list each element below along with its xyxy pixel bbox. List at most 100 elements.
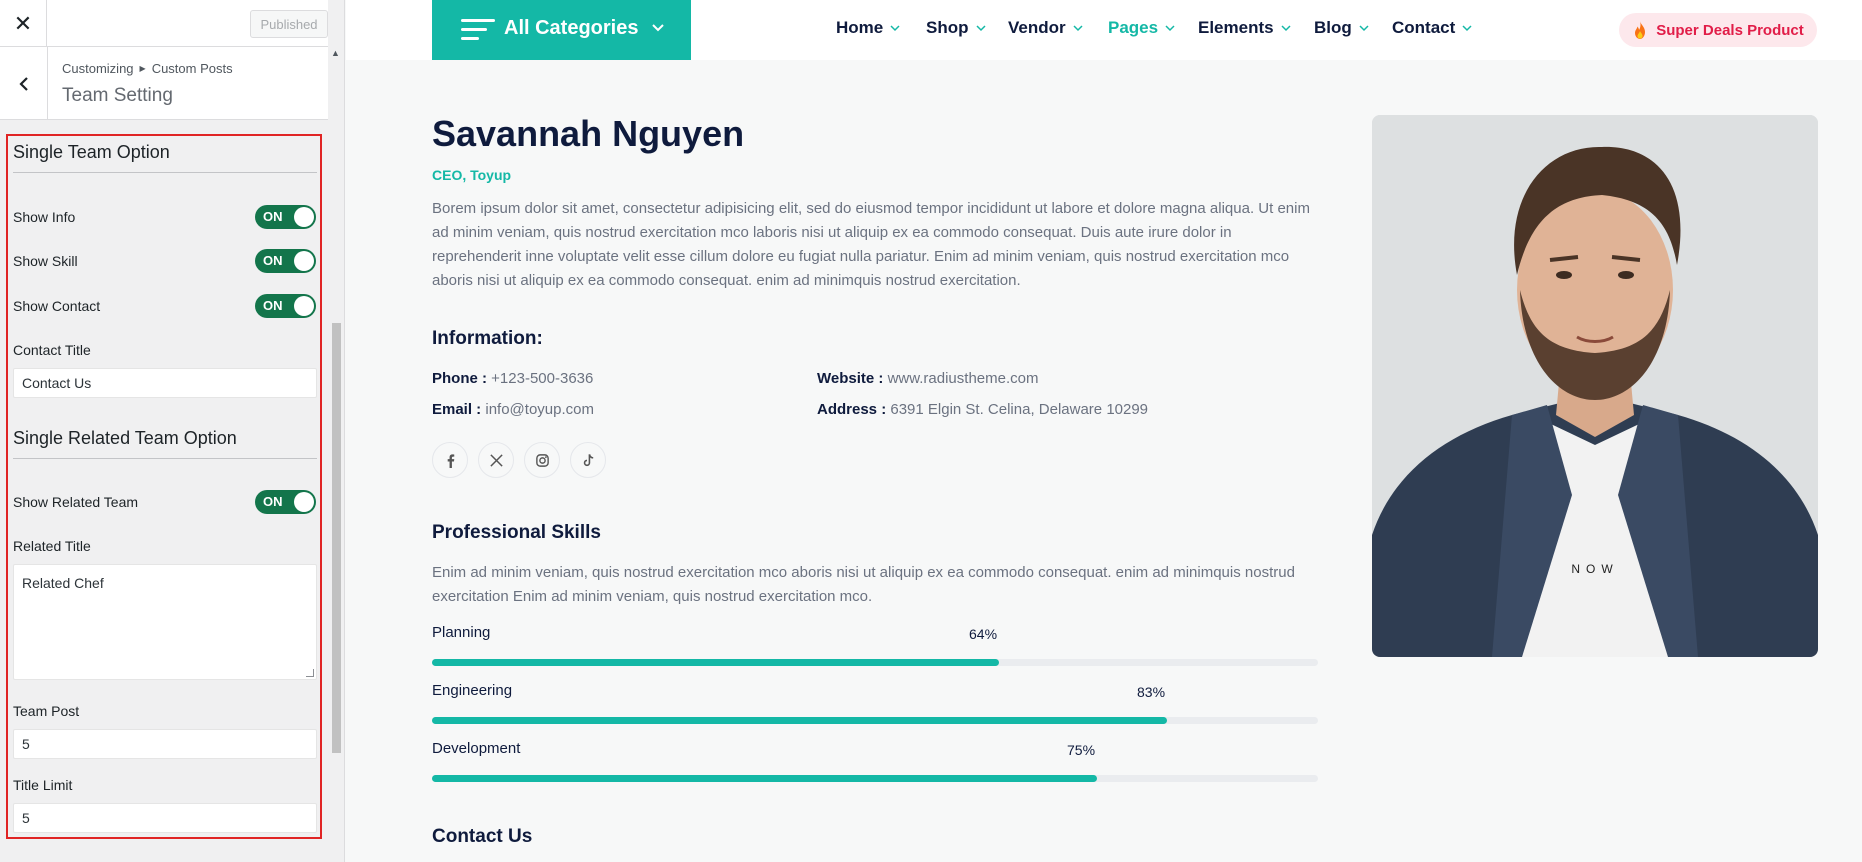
skill-percent: 64% [969, 626, 998, 642]
toggle-knob [294, 207, 314, 227]
nav-contact[interactable]: Contact [1392, 18, 1472, 38]
nav-shop[interactable]: Shop [926, 18, 986, 38]
team-post-label: Team Post [13, 703, 80, 719]
super-deals-button[interactable]: Super Deals Product [1619, 13, 1817, 47]
show-info-label: Show Info [13, 209, 76, 225]
skill-label: Development [432, 740, 521, 757]
toggle-state: ON [263, 494, 283, 509]
related-team-heading: Single Related Team Option [13, 428, 237, 448]
show-info-toggle[interactable]: ON [255, 205, 316, 229]
address-info: Address : 6391 Elgin St. Celina, Delawar… [817, 401, 1148, 418]
nav-label: Pages [1108, 18, 1159, 37]
nav-elements[interactable]: Elements [1198, 18, 1291, 38]
team-post-input[interactable]: 5 [13, 729, 317, 759]
scroll-up-arrow-icon[interactable]: ▲ [331, 48, 340, 58]
nav-label: Home [836, 18, 884, 37]
skill-progress-fill [432, 659, 999, 666]
site-header: All Categories Home Shop Vendor Pages El… [346, 0, 1862, 60]
email-info: Email : info@toyup.com [432, 401, 594, 418]
breadcrumb-separator-icon: ▶ [139, 64, 146, 73]
email-label: Email : [432, 401, 482, 418]
breadcrumb-child: Custom Posts [151, 61, 233, 76]
all-categories-button[interactable]: All Categories [432, 0, 691, 60]
profile-name: Savannah Nguyen [432, 113, 745, 154]
skill-percent: 75% [1067, 742, 1096, 758]
fire-icon [1635, 21, 1646, 39]
resize-handle-icon[interactable] [306, 669, 314, 677]
customizer-sidebar: ✕ Published Customizing ▶ Custom Posts Tea… [0, 0, 345, 862]
team-options-panel: Single Team Option Show Info ON Show Ski… [6, 134, 322, 839]
related-title-value: Related Chef [22, 575, 104, 591]
toggle-knob [294, 251, 314, 271]
nav-home[interactable]: Home [836, 18, 900, 38]
nav-label: Blog [1314, 18, 1352, 37]
divider [13, 458, 317, 459]
site-preview: All Categories Home Shop Vendor Pages El… [346, 0, 1862, 862]
toggle-state: ON [263, 253, 283, 268]
show-skill-toggle[interactable]: ON [255, 249, 316, 273]
show-related-label: Show Related Team [13, 494, 139, 510]
chevron-left-icon [18, 76, 28, 91]
breadcrumb-root: Customizing [62, 61, 134, 76]
instagram-icon[interactable] [524, 442, 560, 478]
facebook-icon[interactable] [432, 442, 468, 478]
nav-label: Contact [1392, 18, 1456, 37]
single-team-heading: Single Team Option [13, 142, 170, 162]
svg-text:NOW: NOW [1571, 562, 1618, 576]
nav-blog[interactable]: Blog [1314, 18, 1369, 38]
x-icon[interactable] [478, 442, 514, 478]
related-title-textarea[interactable]: Related Chef [13, 564, 317, 680]
toggle-knob [294, 296, 314, 316]
skill-progress-fill [432, 717, 1167, 724]
website-link[interactable]: www.radiustheme.com [888, 370, 1039, 387]
menu-icon [461, 19, 495, 41]
chevron-down-icon [1281, 25, 1291, 32]
phone-info: Phone : +123-500-3636 [432, 370, 593, 387]
show-contact-toggle[interactable]: ON [255, 294, 316, 318]
nav-label: Vendor [1008, 18, 1066, 37]
divider [13, 172, 317, 173]
close-icon[interactable]: ✕ [0, 0, 47, 47]
publish-button[interactable]: Published [250, 10, 328, 38]
toggle-knob [294, 492, 314, 512]
chevron-down-icon [652, 24, 664, 32]
contact-title-input[interactable]: Contact Us [13, 368, 317, 398]
nav-pages[interactable]: Pages [1108, 18, 1175, 38]
skills-description: Enim ad minim veniam, quis nostrud exerc… [432, 564, 1295, 605]
phone-label: Phone : [432, 370, 487, 387]
website-label: Website : [817, 370, 884, 387]
chevron-down-icon [1073, 25, 1083, 32]
chevron-down-icon [1462, 25, 1472, 32]
toggle-state: ON [263, 298, 283, 313]
scrollbar-thumb[interactable] [332, 323, 341, 753]
breadcrumb: Customizing ▶ Custom Posts [62, 61, 233, 76]
back-button[interactable] [0, 47, 48, 120]
contact-heading: Contact Us [432, 826, 533, 847]
skill-percent: 83% [1137, 684, 1166, 700]
show-skill-label: Show Skill [13, 253, 78, 269]
skill-progress-fill [432, 775, 1097, 782]
tiktok-icon[interactable] [570, 442, 606, 478]
section-title: Team Setting [62, 85, 173, 106]
skill-progress-track [432, 775, 1318, 782]
nav-label: Shop [926, 18, 969, 37]
portrait-photo: NOW [1372, 115, 1818, 657]
address-label: Address : [817, 401, 887, 418]
chevron-down-icon [890, 25, 900, 32]
customizer-header: ✕ Published [0, 0, 328, 47]
title-limit-label: Title Limit [13, 777, 73, 793]
nav-label: Elements [1198, 18, 1274, 37]
show-contact-label: Show Contact [13, 298, 101, 314]
section-header: Customizing ▶ Custom Posts Team Setting [0, 47, 328, 120]
chevron-down-icon [1165, 25, 1175, 32]
show-related-toggle[interactable]: ON [255, 490, 316, 514]
skills-heading: Professional Skills [432, 522, 601, 543]
all-categories-label: All Categories [504, 17, 639, 39]
skill-label: Planning [432, 624, 491, 641]
profile-bio: Borem ipsum dolor sit amet, consectetur … [432, 200, 1310, 289]
nav-vendor[interactable]: Vendor [1008, 18, 1083, 38]
chevron-down-icon [1359, 25, 1369, 32]
email-value: info@toyup.com [485, 401, 594, 418]
title-limit-input[interactable]: 5 [13, 803, 317, 833]
website-info: Website : www.radiustheme.com [817, 370, 1038, 387]
